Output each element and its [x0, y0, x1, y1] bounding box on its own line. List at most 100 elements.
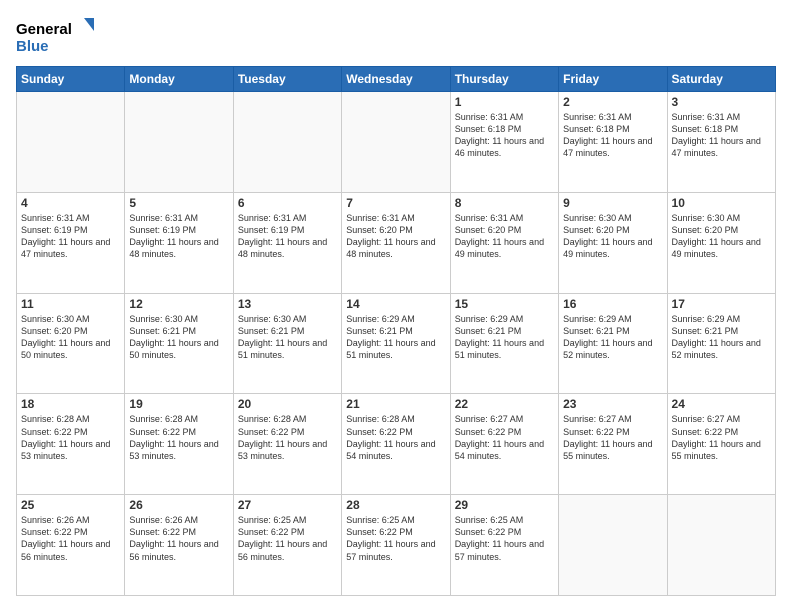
day-number: 27 — [238, 498, 337, 512]
day-info: Sunrise: 6:28 AM Sunset: 6:22 PM Dayligh… — [21, 413, 120, 462]
day-number: 29 — [455, 498, 554, 512]
day-number: 21 — [346, 397, 445, 411]
day-number: 11 — [21, 297, 120, 311]
cell-w4-d4: 21 Sunrise: 6:28 AM Sunset: 6:22 PM Dayli… — [342, 394, 450, 495]
cell-w1-d3 — [233, 92, 341, 193]
cell-w1-d2 — [125, 92, 233, 193]
week-row-4: 18 Sunrise: 6:28 AM Sunset: 6:22 PM Dayli… — [17, 394, 776, 495]
day-number: 23 — [563, 397, 662, 411]
day-info: Sunrise: 6:30 AM Sunset: 6:20 PM Dayligh… — [21, 313, 120, 362]
day-number: 3 — [672, 95, 771, 109]
logo-svg: General Blue — [16, 16, 96, 56]
day-number: 25 — [21, 498, 120, 512]
cell-w3-d4: 14Sunrise: 6:29 AM Sunset: 6:21 PM Dayli… — [342, 293, 450, 394]
day-info: Sunrise: 6:27 AM Sunset: 6:22 PM Dayligh… — [672, 413, 771, 462]
cell-w1-d5: 1 Sunrise: 6:31 AM Sunset: 6:18 PM Daylig… — [450, 92, 558, 193]
day-info: Sunrise: 6:25 AM Sunset: 6:22 PM Dayligh… — [346, 514, 445, 563]
day-number: 7 — [346, 196, 445, 210]
day-info: Sunrise: 6:30 AM Sunset: 6:21 PM Dayligh… — [238, 313, 337, 362]
cell-w4-d7: 24 Sunrise: 6:27 AM Sunset: 6:22 PM Dayli… — [667, 394, 775, 495]
day-info: Sunrise: 6:27 AM Sunset: 6:22 PM Dayligh… — [455, 413, 554, 462]
day-info: Sunrise: 6:29 AM Sunset: 6:21 PM Dayligh… — [563, 313, 662, 362]
col-header-saturday: Saturday — [667, 67, 775, 92]
cell-w2-d1: 4 Sunrise: 6:31 AM Sunset: 6:19 PM Daylig… — [17, 192, 125, 293]
cell-w2-d4: 7 Sunrise: 6:31 AM Sunset: 6:20 PM Daylig… — [342, 192, 450, 293]
cell-w1-d6: 2 Sunrise: 6:31 AM Sunset: 6:18 PM Daylig… — [559, 92, 667, 193]
page: General Blue SundayMondayTuesdayWednesda… — [0, 0, 792, 612]
day-number: 16 — [563, 297, 662, 311]
day-number: 19 — [129, 397, 228, 411]
cell-w3-d1: 11 Sunrise: 6:30 AM Sunset: 6:20 PM Dayli… — [17, 293, 125, 394]
cell-w2-d7: 10Sunrise: 6:30 AM Sunset: 6:20 PM Dayli… — [667, 192, 775, 293]
day-number: 8 — [455, 196, 554, 210]
day-info: Sunrise: 6:31 AM Sunset: 6:18 PM Dayligh… — [455, 111, 554, 160]
cell-w4-d1: 18 Sunrise: 6:28 AM Sunset: 6:22 PM Dayli… — [17, 394, 125, 495]
day-number: 5 — [129, 196, 228, 210]
cell-w5-d1: 25 Sunrise: 6:26 AM Sunset: 6:22 PM Dayli… — [17, 495, 125, 596]
day-number: 4 — [21, 196, 120, 210]
day-info: Sunrise: 6:31 AM Sunset: 6:20 PM Dayligh… — [346, 212, 445, 261]
week-row-1: 1 Sunrise: 6:31 AM Sunset: 6:18 PM Daylig… — [17, 92, 776, 193]
cell-w2-d2: 5 Sunrise: 6:31 AM Sunset: 6:19 PM Daylig… — [125, 192, 233, 293]
week-row-2: 4 Sunrise: 6:31 AM Sunset: 6:19 PM Daylig… — [17, 192, 776, 293]
day-info: Sunrise: 6:26 AM Sunset: 6:22 PM Dayligh… — [21, 514, 120, 563]
cell-w3-d7: 17 Sunrise: 6:29 AM Sunset: 6:21 PM Dayli… — [667, 293, 775, 394]
day-number: 2 — [563, 95, 662, 109]
day-number: 1 — [455, 95, 554, 109]
cell-w1-d1 — [17, 92, 125, 193]
day-number: 10 — [672, 196, 771, 210]
week-row-3: 11 Sunrise: 6:30 AM Sunset: 6:20 PM Dayli… — [17, 293, 776, 394]
svg-text:Blue: Blue — [16, 38, 49, 55]
col-header-tuesday: Tuesday — [233, 67, 341, 92]
day-info: Sunrise: 6:30 AM Sunset: 6:20 PM Dayligh… — [563, 212, 662, 261]
day-number: 13 — [238, 297, 337, 311]
day-number: 20 — [238, 397, 337, 411]
week-row-5: 25 Sunrise: 6:26 AM Sunset: 6:22 PM Dayli… — [17, 495, 776, 596]
col-header-thursday: Thursday — [450, 67, 558, 92]
cell-w4-d5: 22 Sunrise: 6:27 AM Sunset: 6:22 PM Dayli… — [450, 394, 558, 495]
day-number: 17 — [672, 297, 771, 311]
cell-w5-d5: 29 Sunrise: 6:25 AM Sunset: 6:22 PM Dayli… — [450, 495, 558, 596]
cell-w5-d2: 26Sunrise: 6:26 AM Sunset: 6:22 PM Dayli… — [125, 495, 233, 596]
day-info: Sunrise: 6:31 AM Sunset: 6:19 PM Dayligh… — [21, 212, 120, 261]
day-info: Sunrise: 6:28 AM Sunset: 6:22 PM Dayligh… — [129, 413, 228, 462]
cell-w3-d3: 13 Sunrise: 6:30 AM Sunset: 6:21 PM Dayli… — [233, 293, 341, 394]
day-info: Sunrise: 6:29 AM Sunset: 6:21 PM Dayligh… — [672, 313, 771, 362]
day-info: Sunrise: 6:25 AM Sunset: 6:22 PM Dayligh… — [455, 514, 554, 563]
day-number: 9 — [563, 196, 662, 210]
cell-w4-d2: 19 Sunrise: 6:28 AM Sunset: 6:22 PM Dayli… — [125, 394, 233, 495]
calendar-header-row: SundayMondayTuesdayWednesdayThursdayFrid… — [17, 67, 776, 92]
col-header-monday: Monday — [125, 67, 233, 92]
day-info: Sunrise: 6:25 AM Sunset: 6:22 PM Dayligh… — [238, 514, 337, 563]
cell-w5-d3: 27 Sunrise: 6:25 AM Sunset: 6:22 PM Dayli… — [233, 495, 341, 596]
day-number: 22 — [455, 397, 554, 411]
day-info: Sunrise: 6:26 AM Sunset: 6:22 PM Dayligh… — [129, 514, 228, 563]
cell-w4-d3: 20 Sunrise: 6:28 AM Sunset: 6:22 PM Dayli… — [233, 394, 341, 495]
day-number: 14 — [346, 297, 445, 311]
day-info: Sunrise: 6:31 AM Sunset: 6:19 PM Dayligh… — [129, 212, 228, 261]
cell-w2-d5: 8Sunrise: 6:31 AM Sunset: 6:20 PM Daylig… — [450, 192, 558, 293]
day-info: Sunrise: 6:31 AM Sunset: 6:18 PM Dayligh… — [672, 111, 771, 160]
day-info: Sunrise: 6:28 AM Sunset: 6:22 PM Dayligh… — [238, 413, 337, 462]
logo: General Blue — [16, 16, 96, 56]
day-info: Sunrise: 6:31 AM Sunset: 6:19 PM Dayligh… — [238, 212, 337, 261]
cell-w1-d4 — [342, 92, 450, 193]
cell-w3-d6: 16 Sunrise: 6:29 AM Sunset: 6:21 PM Dayli… — [559, 293, 667, 394]
cell-w3-d5: 15 Sunrise: 6:29 AM Sunset: 6:21 PM Dayli… — [450, 293, 558, 394]
day-number: 15 — [455, 297, 554, 311]
day-number: 28 — [346, 498, 445, 512]
cell-w5-d7 — [667, 495, 775, 596]
header: General Blue — [16, 16, 776, 56]
calendar-table: SundayMondayTuesdayWednesdayThursdayFrid… — [16, 66, 776, 596]
cell-w1-d7: 3 Sunrise: 6:31 AM Sunset: 6:18 PM Daylig… — [667, 92, 775, 193]
day-number: 24 — [672, 397, 771, 411]
cell-w5-d6 — [559, 495, 667, 596]
col-header-wednesday: Wednesday — [342, 67, 450, 92]
cell-w3-d2: 12Sunrise: 6:30 AM Sunset: 6:21 PM Dayli… — [125, 293, 233, 394]
day-info: Sunrise: 6:31 AM Sunset: 6:18 PM Dayligh… — [563, 111, 662, 160]
cell-w2-d6: 9 Sunrise: 6:30 AM Sunset: 6:20 PM Daylig… — [559, 192, 667, 293]
day-info: Sunrise: 6:28 AM Sunset: 6:22 PM Dayligh… — [346, 413, 445, 462]
day-number: 18 — [21, 397, 120, 411]
cell-w2-d3: 6Sunrise: 6:31 AM Sunset: 6:19 PM Daylig… — [233, 192, 341, 293]
day-info: Sunrise: 6:29 AM Sunset: 6:21 PM Dayligh… — [455, 313, 554, 362]
